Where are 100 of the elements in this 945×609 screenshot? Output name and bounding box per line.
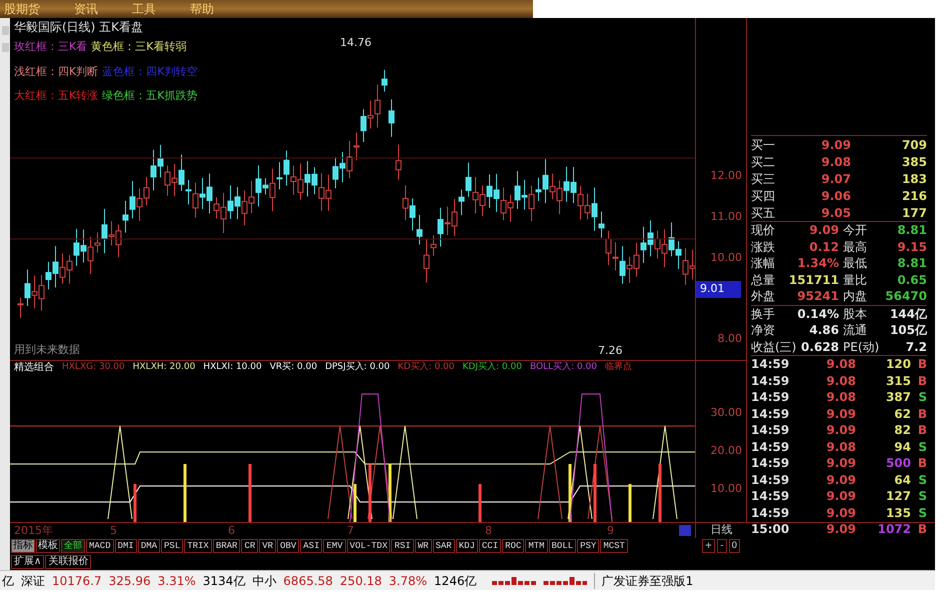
indicator-tab[interactable]: CCI (478, 539, 502, 553)
trade-volume: 64 (894, 472, 911, 488)
stat-label: 外盘 (751, 288, 775, 304)
stat-value: 0.14% (797, 306, 839, 322)
indicator-tab[interactable]: MCST (600, 539, 628, 553)
indicator-tab[interactable]: RSI (391, 539, 414, 553)
trade-time: 14:59 (751, 422, 790, 438)
bid-price: 9.09 (820, 136, 851, 152)
indicator-tab[interactable]: ASI (300, 539, 322, 553)
indicator-tab[interactable]: VR (259, 539, 276, 553)
price-axis-label: 10.00 (710, 250, 742, 266)
stat-value: 0.12 (809, 238, 839, 255)
trade-time: 14:59 (751, 406, 790, 422)
indicator-axis-label: 10.00 (710, 481, 742, 497)
trade-volume: 500 (886, 455, 911, 472)
stat-value: 8.81 (897, 222, 927, 238)
stat-value: 9.09 (809, 222, 839, 238)
bid-volume: 709 (902, 136, 927, 152)
trade-price: 9.08 (825, 389, 856, 406)
mode-tab[interactable]: 指标 (11, 539, 35, 553)
scroll-handle[interactable] (679, 525, 691, 536)
indicator-tab[interactable]: OBV (277, 539, 300, 553)
indicator-tab[interactable]: KDJ (456, 539, 478, 553)
indicator-tab[interactable]: DMA (138, 539, 160, 553)
indicator-tab[interactable]: VOL-TDX (346, 539, 390, 553)
market-bars-icon (492, 576, 587, 586)
bid-volume: 183 (902, 170, 927, 186)
trade-price: 9.09 (825, 521, 856, 538)
indicator-tab[interactable]: SAR (432, 539, 455, 553)
menu-item[interactable]: 资讯 (74, 0, 98, 18)
indicator-tab[interactable]: 全部 (61, 539, 85, 553)
bid-price: 9.06 (820, 188, 851, 204)
trade-time: 14:59 (751, 472, 790, 488)
price-axis-label: 8.00 (718, 331, 742, 347)
indicator-tab[interactable]: MTM (525, 539, 548, 553)
trade-volume: 127 (886, 488, 911, 504)
zoom-button[interactable]: + (702, 539, 716, 553)
indicator-name: 精选组合 (14, 360, 54, 375)
trade-price: 9.09 (825, 488, 856, 504)
status-item: 中小 (252, 572, 276, 590)
legend-label: 蓝色框：四K判转空 (102, 64, 198, 80)
date-axis-label: 5 (110, 523, 117, 539)
trade-price: 9.09 (825, 406, 856, 422)
trade-side: S (917, 504, 927, 521)
menu-item[interactable]: 工具 (132, 0, 156, 18)
stat-value: 56470 (885, 288, 927, 304)
trade-price: 9.09 (825, 455, 856, 472)
mode-tab[interactable]: 模板 (36, 539, 60, 553)
indicator-tab[interactable]: ROC (502, 539, 524, 553)
indicator-tab[interactable]: CR (241, 539, 258, 553)
signal-bar (478, 484, 482, 522)
stat-label: 换手 (751, 306, 775, 322)
zoom-button[interactable]: 0 (728, 539, 740, 553)
stat-value: 7.2 (906, 338, 927, 355)
trade-volume: 120 (886, 356, 911, 372)
stat-label: 涨幅 (751, 255, 775, 272)
signal-bar (628, 484, 632, 522)
trade-side: B (916, 455, 927, 472)
indicator-tab[interactable]: EMV (323, 539, 346, 553)
trade-price: 9.08 (825, 438, 856, 455)
stat-value: 144亿 (890, 306, 927, 322)
trade-side: B (916, 372, 927, 389)
trade-price: 9.08 (825, 372, 856, 389)
period-label: 日线 (710, 522, 732, 538)
signal-bar (184, 464, 186, 522)
panel-tab[interactable]: 关联报价 (45, 555, 92, 569)
trade-time: 15:00 (751, 521, 790, 538)
signal-bar (568, 464, 572, 522)
signal-bar (248, 464, 252, 522)
status-item: 深证 (21, 572, 45, 590)
bid-label: 买二 (751, 154, 776, 170)
indicator-tab[interactable]: WR (414, 539, 432, 553)
trade-time: 14:59 (751, 455, 790, 472)
status-item: 3134亿 (202, 572, 246, 590)
indicator-tab[interactable]: PSY (577, 539, 600, 553)
bid-price: 9.08 (820, 154, 851, 170)
bid-label: 买四 (751, 188, 776, 204)
indicator-tab[interactable]: BOLL (548, 539, 576, 553)
chart-note: 用到未来数据 (14, 342, 80, 358)
stat-value: 4.86 (809, 322, 839, 338)
legend-label: 黄色框：三K看转弱 (91, 39, 186, 55)
indicator-tab[interactable]: MACD (86, 539, 114, 553)
trade-side: S (917, 438, 927, 455)
stat-label: 收益(三) (751, 338, 796, 355)
trade-time: 14:59 (751, 488, 790, 504)
indicator-tab[interactable]: DMI (114, 539, 137, 553)
trade-side: S (917, 472, 927, 488)
indicator-tab[interactable]: BRAR (212, 539, 240, 553)
panel-tab[interactable]: 扩展∧ (11, 555, 44, 569)
stat-label: 净资 (751, 322, 775, 338)
trade-volume: 387 (886, 389, 911, 406)
legend-label: 玫红框：三K看 (14, 39, 88, 55)
current-price-tag: 9.01 (696, 281, 741, 298)
indicator-tab[interactable]: PSL (161, 539, 184, 553)
indicator-tab[interactable]: TRIX (184, 539, 212, 553)
stat-value: 95241 (797, 288, 839, 304)
status-item: 3.31% (158, 572, 196, 590)
zoom-button[interactable]: - (717, 539, 727, 553)
bid-label: 买一 (751, 136, 776, 152)
date-axis-label: 6 (228, 523, 235, 539)
